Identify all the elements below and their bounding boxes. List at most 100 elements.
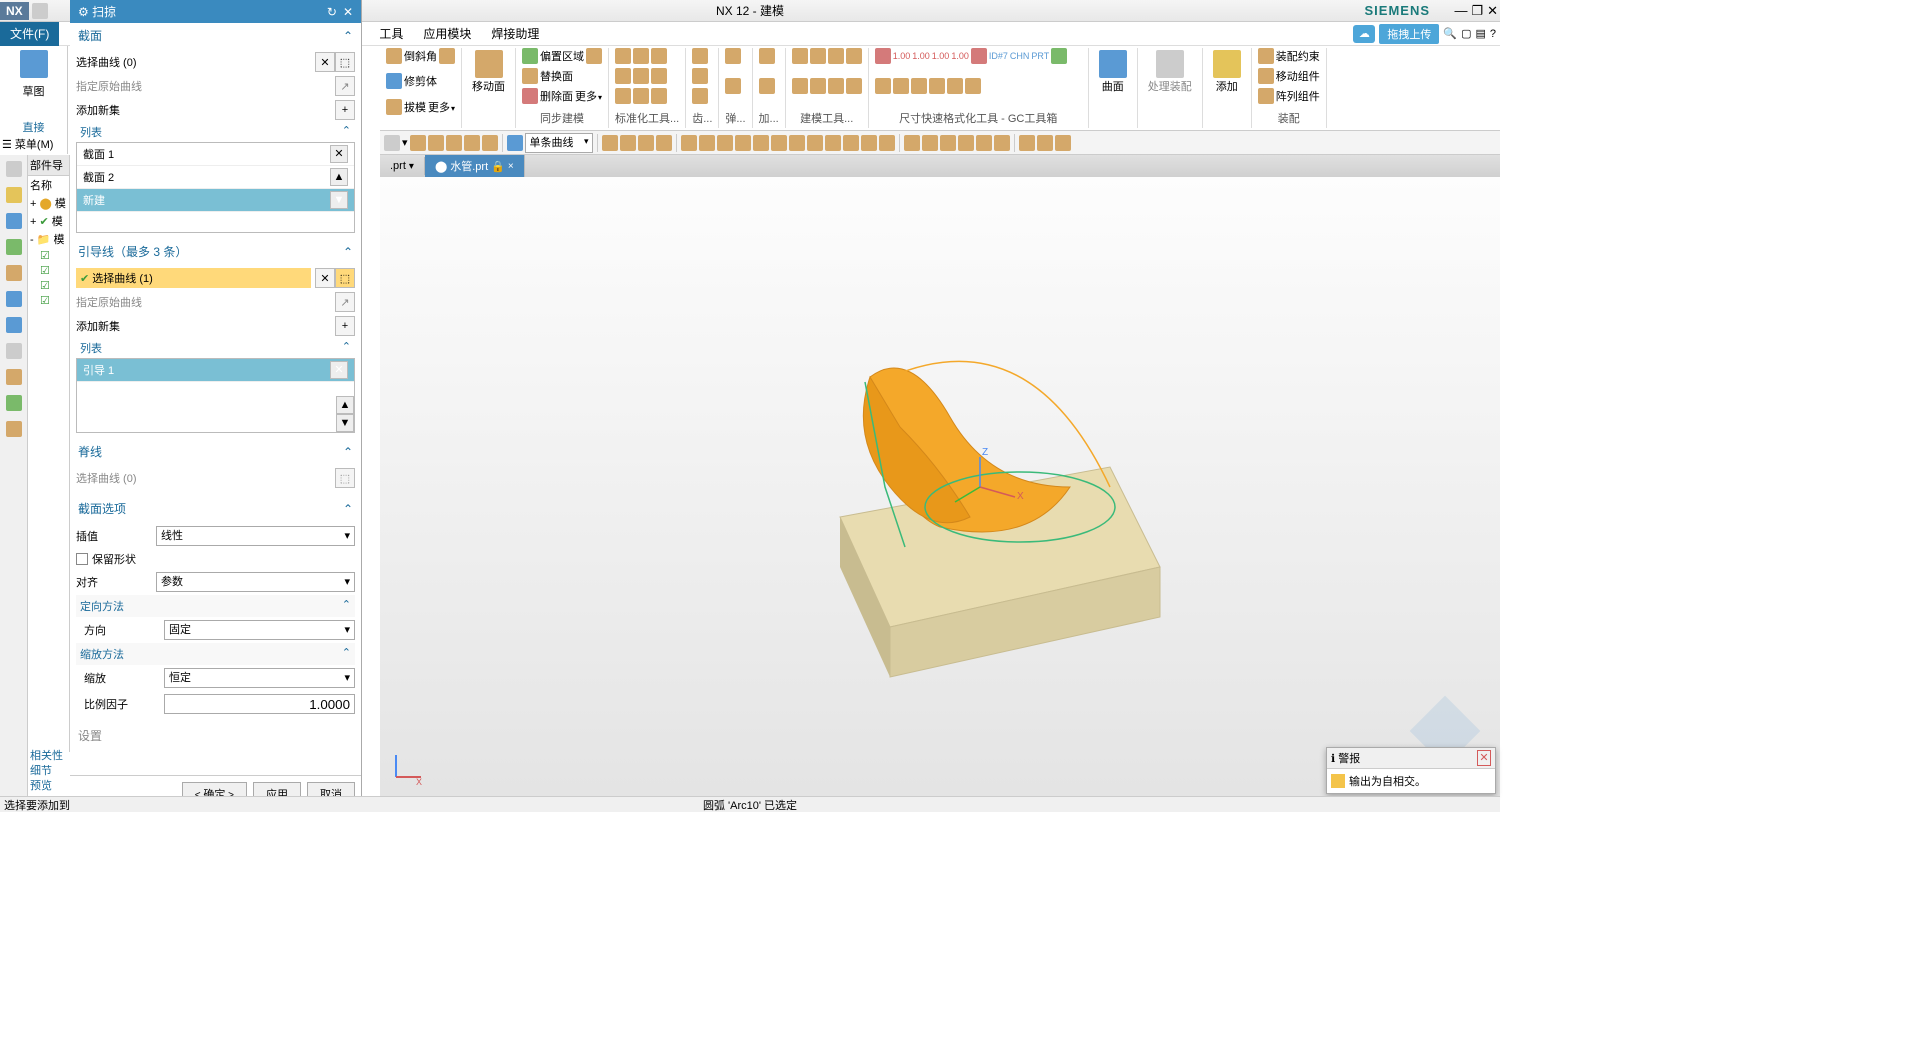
d7-icon[interactable] [929,78,945,94]
orient-header[interactable]: 定向方法⌃ [76,595,355,617]
tree-item[interactable]: + ✔ 模 [28,212,69,230]
t5-icon[interactable] [464,135,480,151]
search-icon[interactable]: 🔍 [1443,27,1457,40]
section-section-header[interactable]: 截面⌃ [70,23,361,48]
menu-weld[interactable]: 焊接助理 [481,21,549,46]
tree-item[interactable]: ☑ [28,293,69,308]
t18-icon[interactable] [789,135,805,151]
ac3-icon[interactable] [1258,88,1274,104]
dir-select[interactable]: 固定 [164,620,355,640]
std2-icon[interactable] [633,48,649,64]
more2-button[interactable]: 更多 [575,88,602,104]
std8-icon[interactable] [633,88,649,104]
scale-select[interactable]: 恒定 [164,668,355,688]
movedown2-icon[interactable]: ▼ [336,414,354,432]
nav9-icon[interactable] [6,369,22,385]
draft-icon[interactable] [386,99,402,115]
window-icon[interactable]: ▢ [1461,27,1471,40]
m6-icon[interactable] [810,78,826,94]
t17-icon[interactable] [771,135,787,151]
t13-icon[interactable] [699,135,715,151]
factor-input[interactable] [164,694,355,714]
t6-icon[interactable] [482,135,498,151]
ac2-icon[interactable] [1258,68,1274,84]
layout-icon[interactable]: ▤ [1475,27,1485,40]
ac1-icon[interactable] [1258,48,1274,64]
spine-section-header[interactable]: 脊线⌃ [70,439,361,464]
nav11-icon[interactable] [6,421,22,437]
t8-icon[interactable] [602,135,618,151]
d5-icon[interactable] [893,78,909,94]
alert-close-icon[interactable]: ✕ [1477,750,1491,766]
orig-curve-icon[interactable]: ↗ [335,76,355,96]
t12-icon[interactable] [681,135,697,151]
close-icon[interactable]: ✕ [1487,3,1498,19]
guide-section-header[interactable]: 引导线（最多 3 条）⌃ [70,239,361,264]
preserve-checkbox[interactable]: 保留形状 [76,549,355,569]
m2-icon[interactable] [810,48,826,64]
guide-rule-icon[interactable]: ⬚ [335,268,355,288]
cloud-icon[interactable]: ☁ [1353,25,1375,43]
options-section-header[interactable]: 截面选项⌃ [70,496,361,521]
std1-icon[interactable] [615,48,631,64]
moveface-icon[interactable] [475,50,503,78]
t4-icon[interactable] [446,135,462,151]
delete-item-icon[interactable]: ✕ [330,145,348,163]
tree-item[interactable]: ☑ [28,263,69,278]
nav5-icon[interactable] [6,265,22,281]
tab-preview[interactable]: 预览 [30,779,63,794]
add-guide-icon[interactable]: + [335,316,355,336]
misc-icon[interactable] [439,48,455,64]
trim-icon[interactable] [386,73,402,89]
menu-module[interactable]: 应用模块 [413,21,481,46]
help-icon[interactable]: ? [1490,28,1496,40]
offset-icon[interactable] [522,48,538,64]
g3-icon[interactable] [692,88,708,104]
t26-icon[interactable] [940,135,956,151]
menu-button[interactable]: ☰ 菜单(M) [2,136,53,152]
movedown-icon[interactable]: ▼ [330,191,348,209]
nav6-icon[interactable] [6,291,22,307]
m3-icon[interactable] [828,48,844,64]
t20-icon[interactable] [825,135,841,151]
clear-selection-icon[interactable]: ✕ [315,52,335,72]
d3-icon[interactable] [1051,48,1067,64]
sp1-icon[interactable] [725,48,741,64]
d8-icon[interactable] [947,78,963,94]
list-item[interactable]: 截面 1✕ [77,143,354,166]
more-button[interactable]: 更多 [428,99,455,115]
d9-icon[interactable] [965,78,981,94]
t25-icon[interactable] [922,135,938,151]
std7-icon[interactable] [615,88,631,104]
spine-icon[interactable]: ⬚ [335,468,355,488]
t27-icon[interactable] [958,135,974,151]
sp2-icon[interactable] [725,78,741,94]
t11-icon[interactable] [656,135,672,151]
chamfer-icon[interactable] [386,48,402,64]
process-icon[interactable] [1156,50,1184,78]
list-item[interactable]: 截面 2▲ [77,166,354,189]
sketch-icon[interactable] [20,50,48,78]
align-select[interactable]: 参数 [156,572,355,592]
nav3-icon[interactable] [6,213,22,229]
d2-icon[interactable] [971,48,987,64]
t1-icon[interactable] [384,135,400,151]
nav4-icon[interactable] [6,239,22,255]
nav2-icon[interactable] [6,187,22,203]
file-tab-1[interactable]: .prt▾ [380,157,425,175]
addcomp-icon[interactable] [1213,50,1241,78]
dialog-close-icon[interactable]: ✕ [343,5,353,19]
m5-icon[interactable] [792,78,808,94]
m8-icon[interactable] [846,78,862,94]
surface-icon[interactable] [1099,50,1127,78]
settings-header[interactable]: 设置 [70,723,361,748]
scale-header[interactable]: 缩放方法⌃ [76,643,355,665]
nav-icon[interactable] [6,161,22,177]
curve-rule-icon[interactable]: ⬚ [335,52,355,72]
moveup-icon[interactable]: ▲ [330,168,348,186]
save-icon[interactable] [32,3,48,19]
select-curve-label[interactable]: 选择曲线 (0) [76,54,311,70]
m4-icon[interactable] [846,48,862,64]
d1-icon[interactable] [875,48,891,64]
tree-item[interactable]: ☑ [28,248,69,263]
